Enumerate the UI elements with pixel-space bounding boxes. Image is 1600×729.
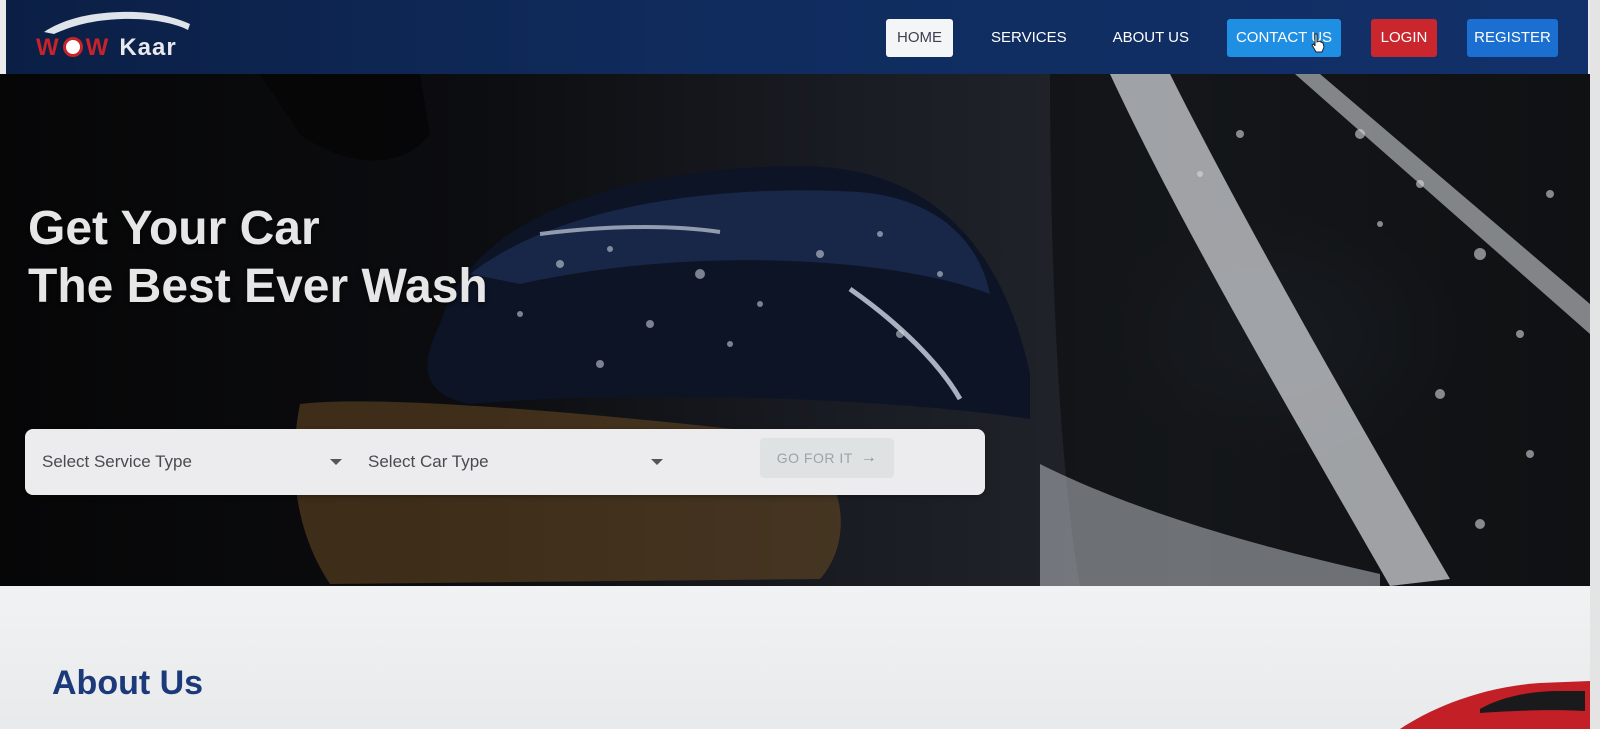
car-type-select[interactable]: Select Car Type xyxy=(368,443,663,481)
car-outline-icon xyxy=(44,11,190,34)
nav-links: HOME SERVICES ABOUT US CONTACT US LOGIN … xyxy=(886,19,1558,57)
page-edge xyxy=(1590,0,1600,729)
hero-title-line1: Get Your Car xyxy=(28,202,320,255)
logo-letter-w1: W xyxy=(36,34,60,61)
go-for-it-button[interactable]: GO FOR IT → xyxy=(760,438,894,478)
logo-name: Kaar xyxy=(119,34,177,61)
brand-logo[interactable]: W W Kaar xyxy=(32,10,197,62)
service-type-placeholder: Select Service Type xyxy=(42,452,192,471)
red-car-image xyxy=(1400,681,1590,729)
about-title: About Us xyxy=(52,664,204,702)
hand-cursor-icon xyxy=(1311,33,1325,53)
chevron-down-icon xyxy=(330,459,342,465)
nav-login[interactable]: LOGIN xyxy=(1371,19,1437,57)
top-navbar: W W Kaar HOME SERVICES ABOUT US CONTACT US… xyxy=(6,0,1588,74)
hero-title: Get Your Car The Best Ever Wash xyxy=(28,200,488,316)
nav-register[interactable]: REGISTER xyxy=(1467,19,1558,57)
nav-about-us[interactable]: ABOUT US xyxy=(1102,19,1200,57)
go-for-it-label: GO FOR IT xyxy=(776,450,853,466)
car-wash-photo xyxy=(260,74,1590,586)
chevron-down-icon xyxy=(651,459,663,465)
about-section: About Us xyxy=(0,586,1590,729)
arrow-right-icon: → xyxy=(860,449,878,466)
car-type-placeholder: Select Car Type xyxy=(368,452,489,471)
booking-search-bar: Select Service Type Select Car Type GO F… xyxy=(25,429,985,495)
nav-contact-us[interactable]: CONTACT US xyxy=(1227,19,1341,57)
hero-banner: Get Your Car The Best Ever Wash Select S… xyxy=(0,74,1590,586)
nav-services[interactable]: SERVICES xyxy=(980,19,1078,57)
page: W W Kaar HOME SERVICES ABOUT US CONTACT US… xyxy=(0,0,1600,729)
brand-wordmark: W W Kaar xyxy=(36,34,177,62)
wheel-icon xyxy=(62,37,83,57)
hero-title-line2: The Best Ever Wash xyxy=(28,260,488,313)
logo-letter-w2: W xyxy=(85,34,110,61)
service-type-select[interactable]: Select Service Type xyxy=(42,443,342,481)
nav-home[interactable]: HOME xyxy=(886,19,953,57)
